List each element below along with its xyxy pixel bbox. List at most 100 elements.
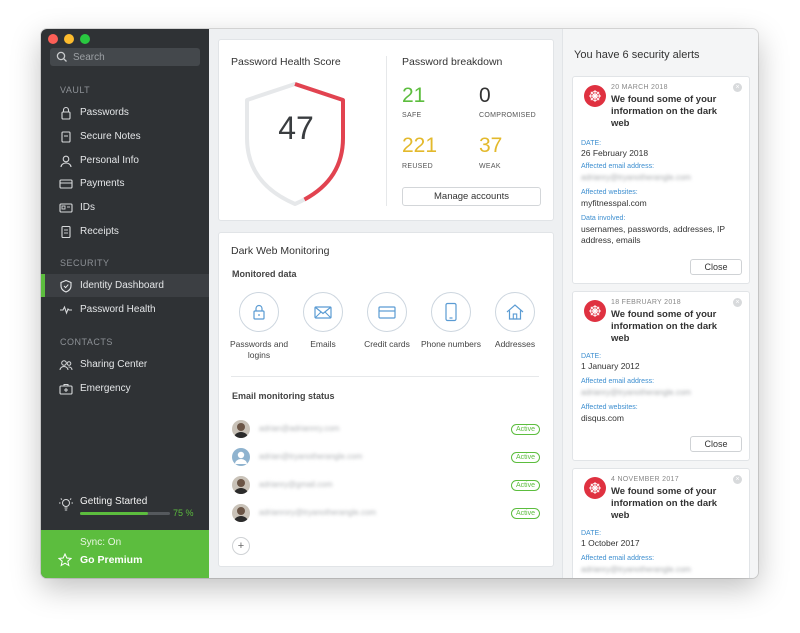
sidebar-item-label: IDs — [80, 202, 95, 213]
sidebar-item-ids[interactable]: IDs — [41, 196, 209, 219]
status-badge: Active — [510, 508, 540, 519]
email-row[interactable]: adrianrory@tryanotherangle.com Active — [232, 504, 540, 524]
compromised-count: 0 — [479, 84, 491, 107]
alert-heading: We found some of your information on the… — [611, 309, 718, 344]
sidebar-item-label: Payments — [80, 178, 125, 189]
shield-icon — [59, 279, 73, 293]
affected-websites-label: Affected websites: — [581, 189, 638, 196]
note-icon — [59, 130, 73, 144]
alert-date: 18 FEBRUARY 2018 — [611, 299, 681, 306]
alert-heading: We found some of your information on the… — [611, 94, 718, 129]
sidebar: VAULT Passwords Secure Notes Personal In… — [41, 29, 209, 578]
alert-card: 20 MARCH 2018 We found some of your info… — [572, 76, 750, 284]
data-involved-value: usernames, passwords, addresses, IP addr… — [581, 224, 725, 245]
affected-email-value: adrianry@tryanotherangle.com — [581, 565, 691, 574]
alert-date-value: 26 February 2018 — [581, 148, 649, 158]
getting-started[interactable]: Getting Started 75 % — [41, 492, 209, 530]
dismiss-icon[interactable]: × — [733, 298, 742, 307]
phone-icon[interactable] — [431, 292, 471, 332]
close-alert-button[interactable]: Close — [690, 259, 742, 275]
go-premium-label: Go Premium — [80, 554, 143, 566]
sidebar-item-label: Passwords — [80, 107, 129, 118]
alerts-title: You have 6 security alerts — [574, 49, 700, 61]
email-address: adrian@adriannry.com — [259, 424, 340, 433]
category-addresses[interactable]: Addresses — [483, 292, 547, 350]
category-emails[interactable]: Emails — [291, 292, 355, 350]
safe-count: 21 — [402, 84, 426, 107]
close-window-button[interactable] — [48, 34, 58, 44]
avatar — [232, 504, 250, 522]
weak-count: 37 — [479, 134, 503, 157]
dismiss-icon[interactable]: × — [733, 83, 742, 92]
search-input[interactable] — [73, 51, 193, 63]
close-alert-button[interactable]: Close — [690, 436, 742, 452]
password-health-card: Password Health Score 47 Password breakd… — [218, 39, 554, 221]
progress-percent: 75 % — [173, 508, 194, 518]
compromised-label: COMPROMISED — [479, 112, 536, 119]
add-email-button[interactable]: + — [232, 537, 250, 555]
avatar — [232, 476, 250, 494]
category-label: Addresses — [494, 339, 536, 349]
sidebar-item-personal-info[interactable]: Personal Info — [41, 149, 209, 172]
dismiss-icon[interactable]: × — [733, 475, 742, 484]
search-box[interactable] — [50, 48, 200, 66]
category-credit-cards[interactable]: Credit cards — [355, 292, 419, 350]
sidebar-item-password-health[interactable]: Password Health — [41, 298, 209, 321]
category-label: Emails — [310, 339, 336, 349]
vault-header: VAULT — [60, 85, 91, 95]
sidebar-item-label: Secure Notes — [80, 131, 141, 142]
credit-card-icon[interactable] — [367, 292, 407, 332]
affected-email-label: Affected email address: — [581, 555, 655, 562]
search-icon — [56, 51, 67, 62]
sidebar-item-secure-notes[interactable]: Secure Notes — [41, 125, 209, 148]
minimize-window-button[interactable] — [64, 34, 74, 44]
sidebar-item-label: Emergency — [80, 383, 131, 394]
contacts-header: CONTACTS — [60, 337, 113, 347]
security-alerts-panel: You have 6 security alerts 20 MARCH 2018… — [562, 29, 758, 578]
email-status-title: Email monitoring status — [232, 391, 335, 401]
category-label: Credit cards — [364, 339, 410, 349]
lock-icon[interactable] — [239, 292, 279, 332]
sidebar-item-payments[interactable]: Payments — [41, 172, 209, 195]
dark-web-monitoring-card: Dark Web Monitoring Monitored data Passw… — [218, 232, 554, 567]
manage-accounts-button[interactable]: Manage accounts — [402, 187, 541, 206]
reused-label: REUSED — [402, 163, 433, 170]
alert-date-label: DATE: — [581, 353, 602, 360]
sidebar-item-label: Sharing Center — [80, 359, 148, 370]
affected-websites-value: disqus.com — [581, 413, 624, 423]
sidebar-item-receipts[interactable]: Receipts — [41, 220, 209, 243]
category-phone-numbers[interactable]: Phone numbers — [419, 292, 483, 350]
affected-email-label: Affected email address: — [581, 378, 655, 385]
sidebar-item-label: Personal Info — [80, 155, 139, 166]
window-controls — [48, 34, 90, 44]
alert-card: 18 FEBRUARY 2018 We found some of your i… — [572, 291, 750, 461]
status-badge: Active — [510, 480, 540, 491]
sync-status: Sync: On — [80, 537, 122, 548]
status-badge: Active — [510, 452, 540, 463]
category-label: Phone numbers — [420, 339, 481, 349]
zoom-window-button[interactable] — [80, 34, 90, 44]
lightbulb-icon — [59, 498, 73, 511]
go-premium-button[interactable]: Sync: On Go Premium — [41, 530, 209, 578]
sidebar-item-sharing-center[interactable]: Sharing Center — [41, 353, 209, 376]
star-icon — [58, 553, 72, 567]
getting-started-progress — [80, 512, 170, 515]
alert-heading: We found some of your information on the… — [611, 486, 718, 521]
email-row[interactable]: adrian@tryanotherangle.com Active — [232, 448, 540, 468]
receipt-icon — [59, 225, 73, 239]
getting-started-label: Getting Started — [80, 496, 148, 507]
envelope-icon[interactable] — [303, 292, 343, 332]
sidebar-item-label: Receipts — [80, 226, 119, 237]
sidebar-item-identity-dashboard[interactable]: Identity Dashboard — [41, 274, 209, 297]
email-row[interactable]: adrianry@gmail.com Active — [232, 476, 540, 496]
house-icon[interactable] — [495, 292, 535, 332]
sidebar-item-emergency[interactable]: Emergency — [41, 377, 209, 400]
id-card-icon — [59, 201, 73, 215]
sidebar-item-passwords[interactable]: Passwords — [41, 101, 209, 124]
alert-date-value: 1 January 2012 — [581, 361, 640, 371]
data-involved-label: Data involved: — [581, 215, 626, 222]
app-window: VAULT Passwords Secure Notes Personal In… — [41, 29, 758, 578]
avatar — [232, 448, 250, 466]
category-passwords[interactable]: Passwords and logins — [227, 292, 291, 361]
email-row[interactable]: adrian@adriannry.com Active — [232, 420, 540, 440]
